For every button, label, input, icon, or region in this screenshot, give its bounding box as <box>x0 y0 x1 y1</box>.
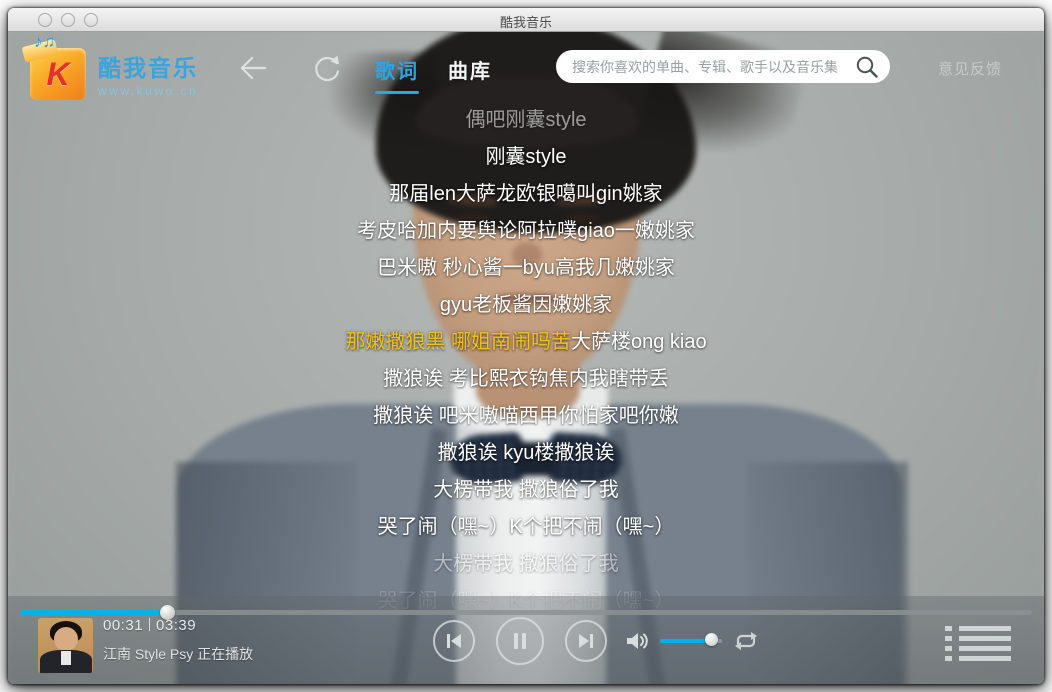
elapsed-time: 00:31 <box>103 617 143 634</box>
playlist-icon[interactable] <box>945 626 1011 662</box>
kuwo-logo-icon: ♪♫ K <box>30 48 86 100</box>
lyric-line: 巴米嗷 秒心酱一byu高我几嫩姚家 <box>8 250 1044 287</box>
album-art-shirt <box>61 651 71 665</box>
lyric-line: 刚囊style <box>8 139 1044 176</box>
search-icon[interactable] <box>854 54 880 80</box>
top-nav: ♪♫ K 酷我音乐 www.kuwo.cn <box>8 32 1044 116</box>
lyric-line: 大楞带我 撒狼俗了我 <box>8 546 1044 583</box>
next-icon <box>576 632 596 650</box>
tab-library[interactable]: 曲库 <box>448 55 492 84</box>
search-input[interactable] <box>572 59 854 75</box>
next-track-button[interactable] <box>565 620 607 662</box>
lyric-line: 考皮哈加内要舆论阿拉噗giao一嫩姚家 <box>8 213 1044 250</box>
total-time: 03:39 <box>156 617 196 634</box>
album-art-face <box>54 627 78 651</box>
playlist-line <box>959 646 1011 651</box>
repeat-icon[interactable] <box>732 628 760 654</box>
logo-k-letter: K <box>30 56 86 93</box>
lyric-line: 撒狼诶 吧米嗷喵西甲你怕家吧你嫩 <box>8 398 1044 435</box>
playlist-bullet <box>945 636 952 641</box>
lyric-line: 那届len大萨龙欧银噶叫gin姚家 <box>8 176 1044 213</box>
lyric-line: 撒狼诶 考比熙衣钩焦内我瞎带丢 <box>8 361 1044 398</box>
tab-lyrics-label: 歌词 <box>375 61 419 83</box>
player-bar: 00:31 03:39 江南 Style Psy 正在播放 <box>8 596 1044 684</box>
tab-library-label: 曲库 <box>448 61 492 83</box>
volume-slider[interactable] <box>660 637 722 645</box>
previous-track-button[interactable] <box>433 620 475 662</box>
music-notes-icon: ♪♫ <box>34 32 55 52</box>
playlist-bullet <box>945 656 952 661</box>
main-content: ♪♫ K 酷我音乐 www.kuwo.cn <box>8 32 1044 684</box>
playlist-bullet <box>945 626 952 631</box>
album-art[interactable] <box>38 618 93 673</box>
lyric-line: gyu老板酱因嫩姚家 <box>8 287 1044 324</box>
window-title: 酷我音乐 <box>8 12 1044 31</box>
lyric-unsung-part: 大萨楼ong kiao <box>571 331 707 353</box>
previous-icon <box>444 632 464 650</box>
lyric-line: 大楞带我 撒狼俗了我 <box>8 472 1044 509</box>
kuwo-logo[interactable]: ♪♫ K 酷我音乐 www.kuwo.cn <box>30 38 200 102</box>
lyrics-panel: 偶吧刚囊style 刚囊style 那届len大萨龙欧银噶叫gin姚家 考皮哈加… <box>8 102 1044 620</box>
lyric-line: 哭了闹（嘿~）K个把不闹（嘿~） <box>8 509 1044 546</box>
progress-fill <box>20 610 167 615</box>
pause-button[interactable] <box>496 617 544 665</box>
pause-icon <box>511 631 529 651</box>
refresh-icon[interactable] <box>310 52 344 84</box>
volume-icon[interactable] <box>624 629 652 653</box>
back-icon[interactable] <box>236 52 270 84</box>
now-playing-label: 江南 Style Psy 正在播放 <box>103 644 253 664</box>
lyric-line-current: 那嫩撒狼黑 哪姐南闹吗苦大萨楼ong kiao <box>8 324 1044 361</box>
playlist-line <box>959 626 1011 631</box>
app-window: 酷我音乐 <box>8 8 1044 684</box>
time-display: 00:31 03:39 <box>103 617 196 634</box>
brand-name: 酷我音乐 <box>98 49 198 83</box>
lyric-line: 撒狼诶 kyu楼撒狼诶 <box>8 435 1044 472</box>
playlist-bullet <box>945 646 952 651</box>
search-box <box>556 50 890 83</box>
brand-text: 酷我音乐 www.kuwo.cn <box>98 49 198 98</box>
time-separator <box>149 618 150 631</box>
tab-lyrics[interactable]: 歌词 <box>375 55 419 94</box>
tab-active-underline <box>375 91 419 94</box>
brand-url: www.kuwo.cn <box>98 84 198 98</box>
feedback-link[interactable]: 意见反馈 <box>938 58 1002 79</box>
volume-knob[interactable] <box>705 633 718 646</box>
progress-track[interactable] <box>20 610 1032 615</box>
lyric-sung-part: 那嫩撒狼黑 哪姐南闹吗苦 <box>345 331 571 353</box>
volume-fill <box>660 639 711 643</box>
playlist-line <box>959 636 1011 641</box>
title-bar: 酷我音乐 <box>8 8 1044 32</box>
playlist-line <box>959 656 1011 661</box>
